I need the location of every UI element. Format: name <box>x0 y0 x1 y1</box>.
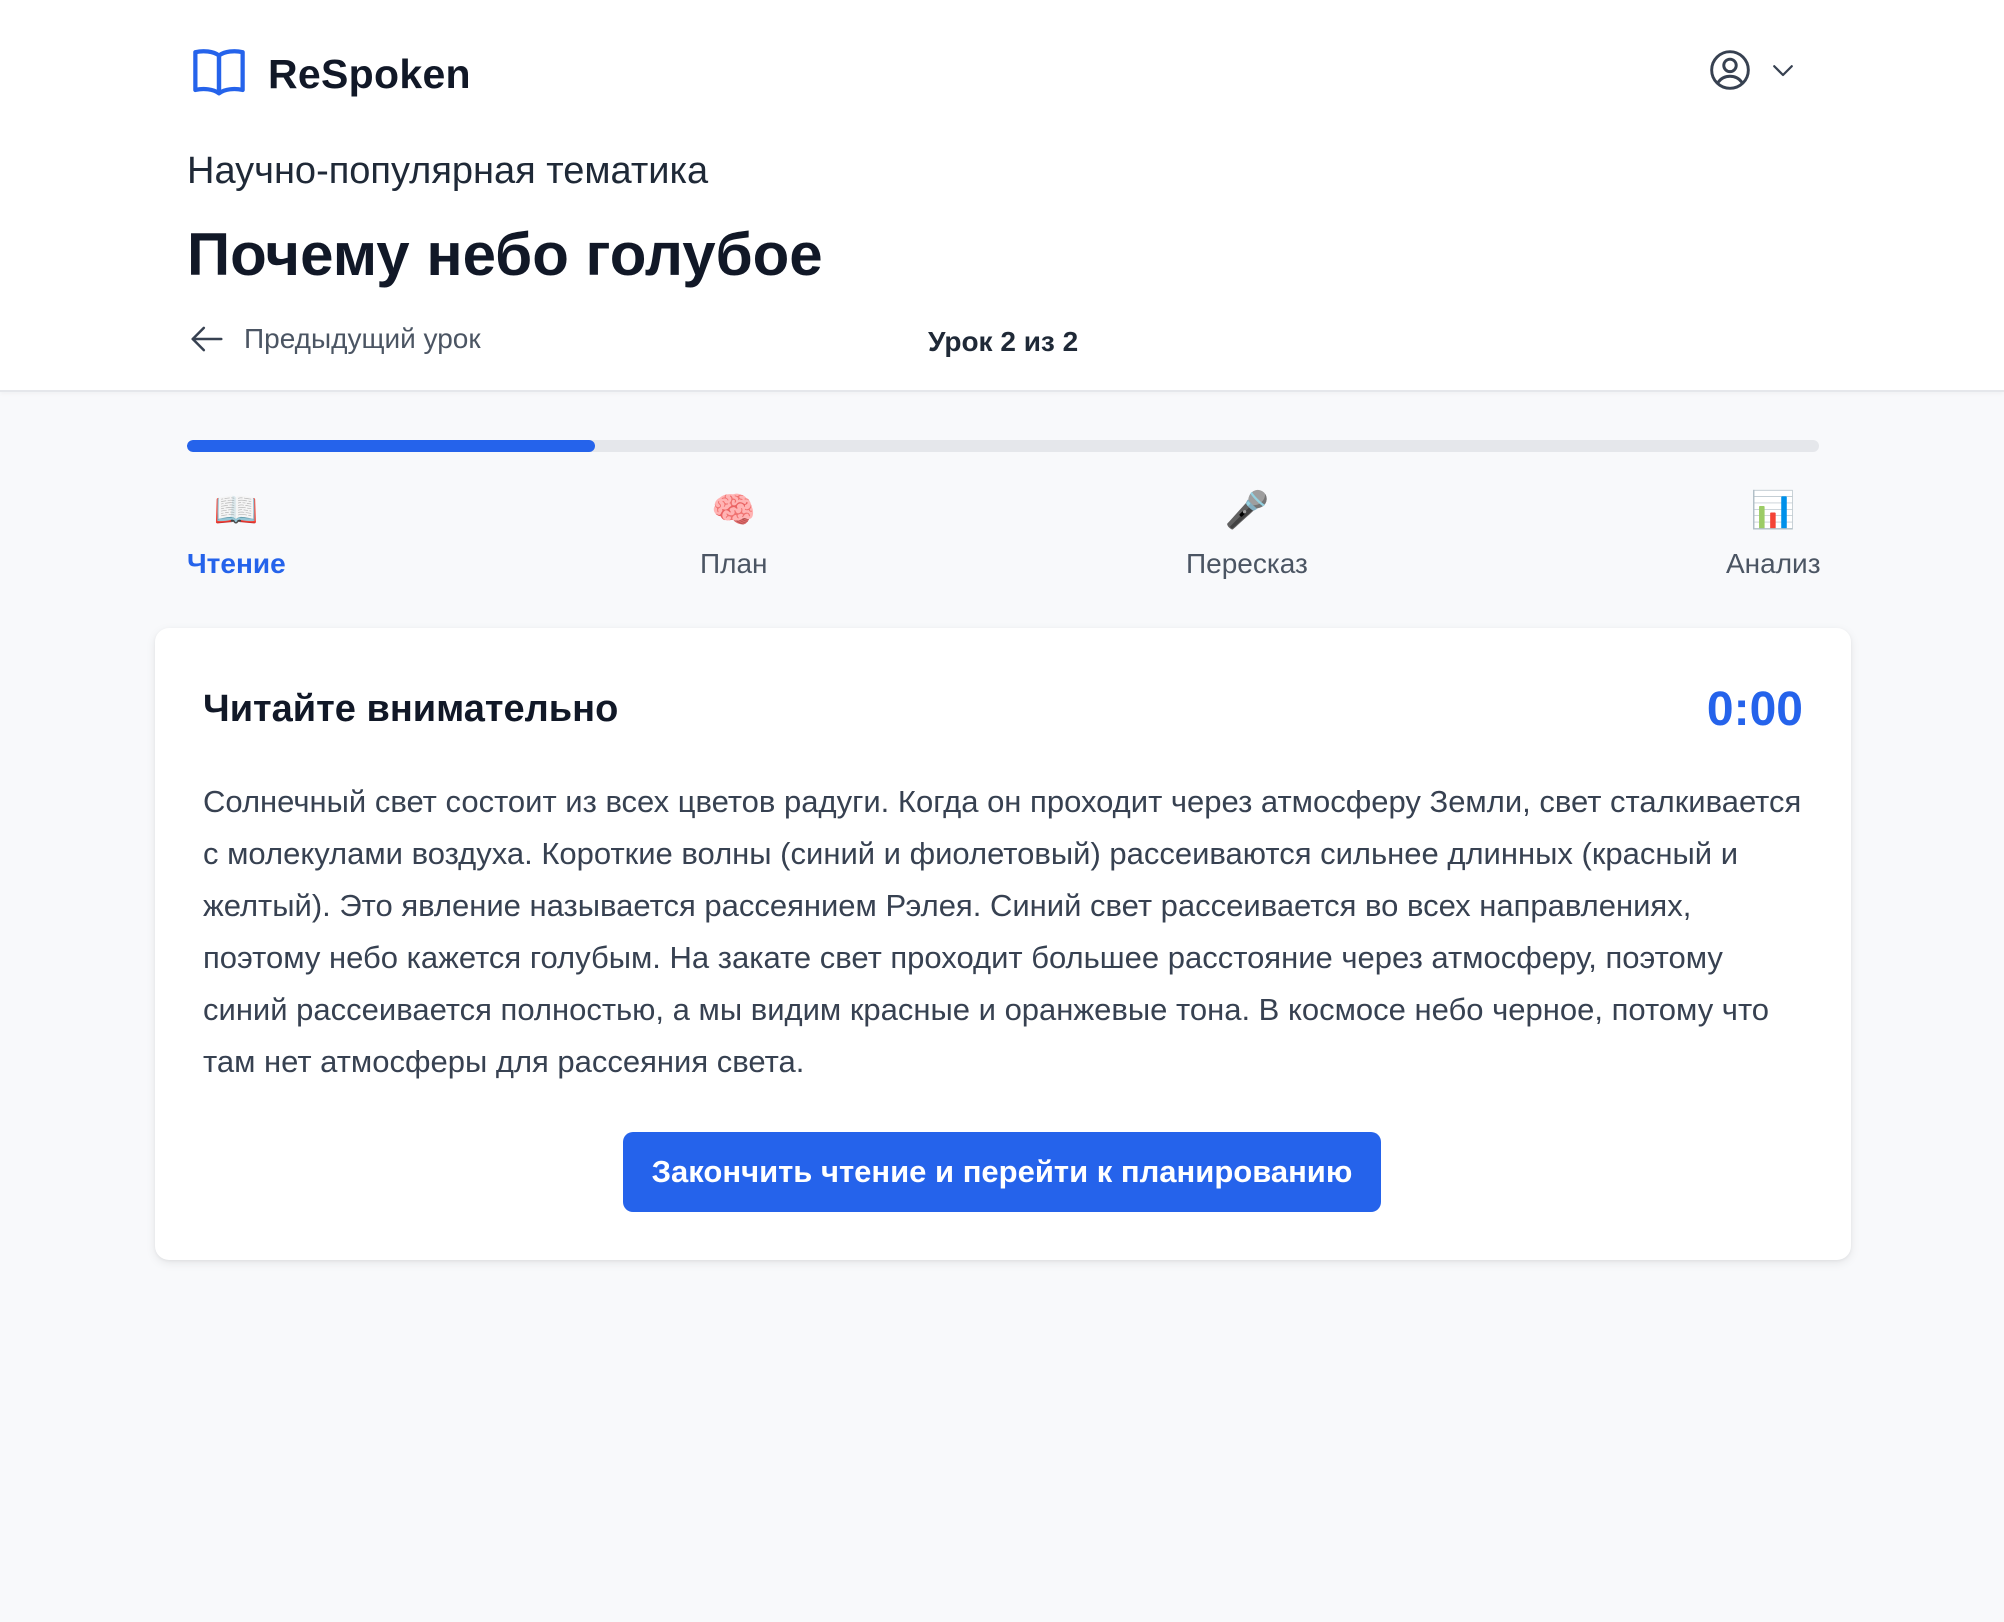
chevron-down-icon <box>1768 55 1798 85</box>
brain-icon: 🧠 <box>711 489 757 530</box>
previous-lesson-link[interactable]: Предыдущий урок <box>188 320 481 358</box>
lesson-progress-fill <box>187 440 595 452</box>
bar-chart-icon: 📊 <box>1750 489 1796 530</box>
reading-timer: 0:00 <box>1706 683 1803 736</box>
arrow-left-icon <box>188 320 226 358</box>
step-analysis-label: Анализ <box>1726 548 1821 579</box>
top-header: ReSpoken Научно-популярная тематика Поче… <box>0 0 2004 392</box>
microphone-icon: 🎤 <box>1224 489 1270 530</box>
finish-reading-button[interactable]: Закончить чтение и перейти к планировани… <box>623 1132 1381 1212</box>
lesson-category: Научно-популярная тематика <box>187 150 709 192</box>
lesson-progress-bar <box>187 440 1819 452</box>
app-logo[interactable]: ReSpoken <box>190 46 471 103</box>
step-analysis[interactable]: 📊 Анализ <box>1726 488 1821 580</box>
lesson-counter: Урок 2 из 2 <box>928 326 1079 357</box>
step-retelling[interactable]: 🎤 Пересказ <box>1186 488 1308 580</box>
step-reading-label: Чтение <box>187 548 286 579</box>
previous-lesson-label: Предыдущий урок <box>244 323 481 354</box>
step-plan-label: План <box>700 548 768 579</box>
open-book-icon: 📖 <box>213 489 259 530</box>
reading-heading: Читайте внимательно <box>203 688 619 730</box>
reading-card: Читайте внимательно 0:00 Солнечный свет … <box>155 628 1851 1260</box>
step-plan[interactable]: 🧠 План <box>700 488 768 580</box>
app-name: ReSpoken <box>268 51 471 97</box>
page-title: Почему небо голубое <box>187 221 823 288</box>
book-logo-icon <box>190 46 248 103</box>
reading-text: Солнечный свет состоит из всех цветов ра… <box>203 784 1802 1079</box>
user-menu-button[interactable] <box>1708 48 1798 92</box>
step-retelling-label: Пересказ <box>1186 548 1308 579</box>
user-avatar-icon <box>1708 48 1752 92</box>
step-reading[interactable]: 📖 Чтение <box>187 488 286 580</box>
